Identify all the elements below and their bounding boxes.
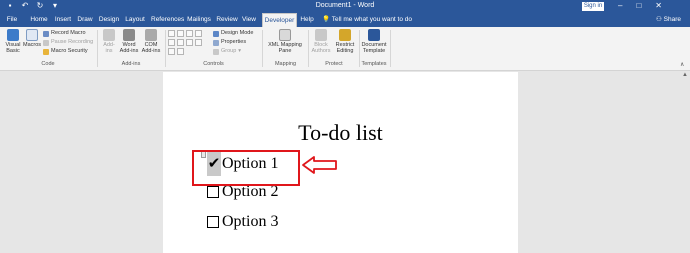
todo-item: Option 3 (207, 213, 278, 231)
xml-mapping-icon (279, 29, 291, 41)
pause-icon (43, 39, 49, 46)
design-mode-label: Design Mode (221, 30, 254, 36)
com-addins-button[interactable]: COM Add-ins (140, 29, 162, 54)
share-button[interactable]: ⚇ Share (656, 13, 681, 27)
person-icon: ⚇ (656, 16, 662, 23)
close-button[interactable]: ✕ (655, 1, 662, 10)
group-label: Group (221, 48, 237, 54)
tell-me-box[interactable]: 💡 Tell me what you want to do (322, 13, 412, 27)
maximize-button[interactable]: □ (636, 1, 641, 10)
block-authors-button[interactable]: Block Authors (310, 29, 332, 54)
pointer-arrow-icon (302, 156, 337, 174)
title-bar: ▪ ↶ ↻ ▾ Document1 - Word Sign in – □ ✕ (0, 0, 690, 13)
record-macro-label: Record Macro (51, 30, 86, 36)
addins-button[interactable]: Add-ins (100, 29, 118, 54)
checkbox[interactable] (207, 186, 219, 198)
word-template-icon (368, 29, 380, 41)
minimize-button[interactable]: – (618, 1, 622, 10)
xml-mapping-pane-button[interactable]: XML Mapping Pane (265, 29, 305, 54)
tab-file[interactable]: File (4, 13, 20, 27)
scroll-up-icon[interactable]: ▲ (682, 72, 688, 78)
group-label-controls: Controls (203, 61, 224, 67)
word-addins-button[interactable]: Word Add-ins (119, 29, 139, 54)
todo-item-label: Option 3 (222, 213, 279, 230)
record-macro-button[interactable]: Record Macro (43, 30, 86, 37)
chevron-down-icon: ▾ (238, 48, 242, 54)
macro-security-label: Macro Security (51, 48, 88, 54)
addins-icon (103, 29, 115, 41)
ribbon-developer: Visual Basic Macros Record Macro Pause R… (0, 27, 690, 71)
document-template-label: Document Template (361, 42, 387, 54)
visual-basic-label: Visual Basic (5, 42, 21, 54)
group-label-templates: Templates (361, 61, 387, 67)
combo-box-control-icon[interactable] (177, 39, 184, 46)
group-icon (213, 48, 219, 55)
tab-design[interactable]: Design (98, 13, 120, 27)
block-authors-icon (315, 29, 327, 41)
macros-button[interactable]: Macros (22, 29, 42, 48)
gear-icon (123, 29, 135, 41)
properties-icon (213, 39, 219, 46)
tab-mailings[interactable]: Mailings (186, 13, 212, 27)
checkbox-control-icon[interactable] (168, 39, 175, 46)
com-addins-icon (145, 29, 157, 41)
tab-view[interactable]: View (241, 13, 257, 27)
tab-help[interactable]: Help (299, 13, 315, 27)
tab-references[interactable]: References (151, 13, 184, 27)
pause-recording-button[interactable]: Pause Recording (43, 39, 93, 46)
repeating-section-control-icon[interactable] (168, 48, 175, 55)
properties-button[interactable]: Properties (213, 39, 246, 46)
macro-security-button[interactable]: Macro Security (43, 48, 88, 55)
tab-draw[interactable]: Draw (77, 13, 93, 27)
picture-control-icon[interactable] (186, 30, 193, 37)
plain-text-control-icon[interactable] (177, 30, 184, 37)
addins-label: Add-ins (103, 42, 115, 54)
group-label-mapping: Mapping (274, 61, 297, 67)
tab-review[interactable]: Review (216, 13, 238, 27)
date-picker-control-icon[interactable] (195, 39, 202, 46)
design-mode-icon (213, 30, 219, 37)
sign-in-button[interactable]: Sign in (582, 2, 604, 11)
highlight-box (192, 150, 300, 186)
macros-label: Macros (22, 42, 42, 48)
ribbon-tabs: File Home Insert Draw Design Layout Refe… (0, 13, 690, 27)
tab-insert[interactable]: Insert (54, 13, 72, 27)
vertical-scrollbar[interactable]: ▲ (680, 72, 690, 253)
checkbox[interactable] (207, 216, 219, 228)
group-label-addins: Add-ins (121, 61, 141, 67)
com-addins-label: COM Add-ins (141, 42, 161, 54)
properties-label: Properties (221, 39, 247, 45)
tab-home[interactable]: Home (28, 13, 50, 27)
warning-icon (43, 48, 49, 55)
building-block-control-icon[interactable] (195, 30, 202, 37)
pause-recording-label: Pause Recording (51, 39, 94, 45)
lightbulb-icon: 💡 (322, 16, 331, 23)
xml-mapping-label: XML Mapping Pane (268, 42, 302, 54)
tab-developer[interactable]: Developer (262, 13, 297, 27)
lock-icon (339, 29, 351, 41)
share-label: Share (663, 16, 681, 23)
design-mode-button[interactable]: Design Mode (213, 30, 253, 37)
legacy-tools-icon[interactable] (177, 48, 184, 55)
restrict-editing-button[interactable]: Restrict Editing (333, 29, 357, 54)
group-separator (390, 30, 391, 67)
tell-me-text: Tell me what you want to do (331, 16, 413, 23)
group-label-protect: Protect (325, 61, 343, 67)
visual-basic-icon (7, 29, 19, 41)
macros-icon (26, 29, 38, 41)
collapse-ribbon-icon[interactable]: ∧ (680, 61, 684, 68)
tab-layout[interactable]: Layout (124, 13, 146, 27)
rich-text-control-icon[interactable] (168, 30, 175, 37)
visual-basic-button[interactable]: Visual Basic (3, 29, 23, 54)
record-macro-icon (43, 30, 49, 37)
restrict-editing-label: Restrict Editing (335, 42, 355, 54)
dropdown-control-icon[interactable] (186, 39, 193, 46)
document-heading: To-do list (298, 120, 383, 145)
document-template-button[interactable]: Document Template (361, 29, 387, 54)
word-addins-label: Word Add-ins (119, 42, 139, 54)
window-controls: – □ ✕ (618, 1, 662, 10)
group-button[interactable]: Group ▾ (213, 48, 241, 55)
group-label-code: Code (41, 61, 55, 67)
block-authors-label: Block Authors (311, 42, 331, 54)
